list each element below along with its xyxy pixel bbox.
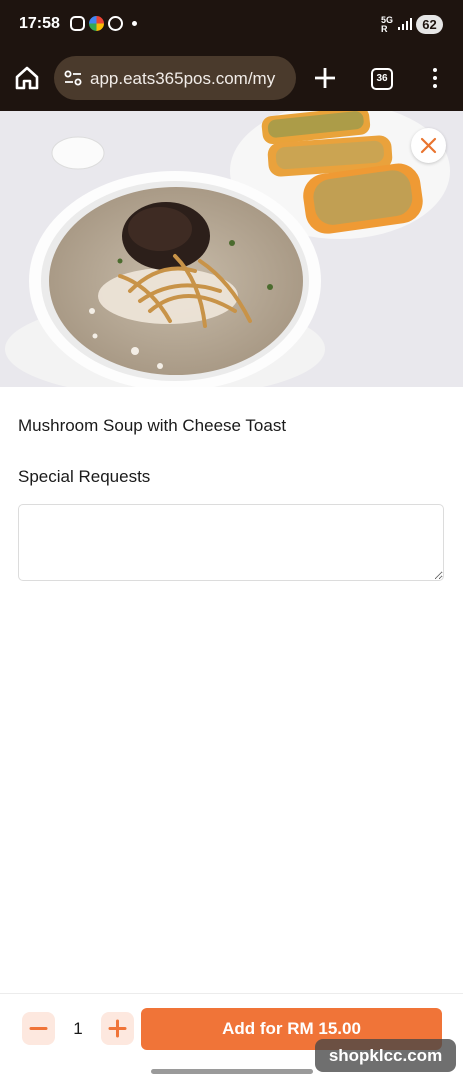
network-indicator: 5G R [381, 16, 393, 34]
minus-icon [29, 1027, 48, 1030]
close-button[interactable] [411, 128, 446, 163]
address-url[interactable]: app.eats365pos.com/my [90, 69, 275, 89]
browser-chrome: 17:58 5G R 62 app.eats365pos.com/my 36 [0, 0, 463, 111]
instagram-icon [70, 16, 85, 31]
gesture-bar[interactable] [151, 1069, 313, 1074]
tab-switcher-button[interactable]: 36 [371, 68, 393, 90]
new-tab-icon[interactable] [313, 66, 337, 90]
watermark: shopklcc.com [315, 1039, 456, 1072]
battery-indicator: 62 [416, 15, 443, 34]
home-icon[interactable] [13, 64, 41, 92]
close-icon [420, 137, 437, 154]
notification-icons [70, 16, 137, 31]
more-notifications-icon [132, 21, 137, 26]
soup-illustration [0, 111, 463, 387]
item-title: Mushroom Soup with Cheese Toast [18, 416, 287, 435]
increase-quantity-button[interactable] [101, 1012, 134, 1045]
signal-icon [398, 18, 412, 30]
site-settings-icon[interactable] [64, 70, 82, 86]
special-requests-label: Special Requests [18, 467, 151, 486]
more-menu-icon[interactable] [430, 68, 440, 90]
app-pinwheel-icon [89, 16, 104, 31]
decrease-quantity-button[interactable] [22, 1012, 55, 1045]
status-bar: 17:58 5G R 62 [0, 0, 463, 50]
whatsapp-icon [108, 16, 123, 31]
status-time: 17:58 [19, 15, 60, 32]
address-bar[interactable]: app.eats365pos.com/my [54, 56, 296, 100]
special-requests-input[interactable] [18, 504, 444, 581]
network-roaming: R [381, 24, 388, 34]
plus-icon [108, 1019, 127, 1038]
item-photo [0, 111, 463, 387]
quantity-value: 1 [73, 1019, 83, 1038]
